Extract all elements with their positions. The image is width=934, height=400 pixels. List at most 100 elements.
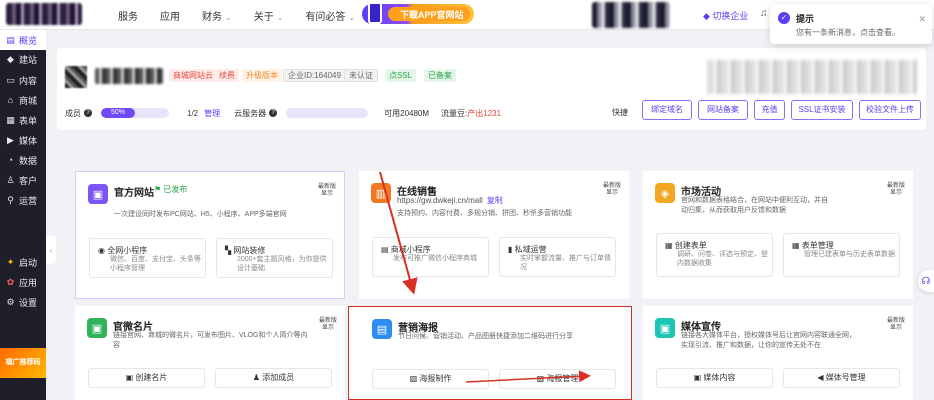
site-avatar bbox=[65, 66, 87, 88]
cert-status[interactable]: 未认证 bbox=[344, 69, 378, 82]
media-content-button[interactable]: ▣ 媒体内容 bbox=[656, 368, 773, 388]
sidebar-item-label: 启动 bbox=[19, 257, 38, 268]
launch-icon: ✦ bbox=[6, 256, 15, 267]
members-count: 1/2 bbox=[187, 108, 199, 118]
card-description: 官网和数据表格结合，在网站中便利互动，并自动归集，从而获取用户反馈和数据 bbox=[681, 197, 828, 214]
marketing-card[interactable]: ◈ 市场活动 最新版 显示 官网和数据表格结合，在网站中便利互动，并自动归集，从而… bbox=[643, 171, 913, 299]
media-account-button[interactable]: ◀ 媒体号管理 bbox=[783, 368, 900, 388]
nav-apps[interactable]: 应用 bbox=[160, 8, 180, 23]
copy-link[interactable]: 复制 bbox=[487, 196, 503, 205]
brand-logo[interactable] bbox=[6, 3, 82, 25]
sub-description: 管理已建表单与历史表单数据 bbox=[804, 251, 895, 258]
bind-domain-button[interactable]: 绑定域名 bbox=[642, 100, 692, 120]
members-label: 成员 bbox=[65, 108, 81, 118]
online-sales-card[interactable]: ▥ 在线销售 最新版 显示 https://gw.dwkeji.cn/mall 复制… bbox=[359, 171, 629, 299]
sidebar-item-form[interactable]: ▦ 表单 bbox=[0, 110, 46, 130]
close-icon[interactable]: ✕ bbox=[918, 14, 926, 25]
corner-badge: 最新版 显示 bbox=[602, 183, 621, 196]
corner-badge: 最新版 显示 bbox=[886, 318, 905, 331]
status-text: 已发布 bbox=[163, 185, 188, 194]
content-icon: ▭ bbox=[6, 74, 15, 85]
card-description: 链接各大媒体平台，授权媒体号后让官网内容联通全网，实现引流、推广和数据，让你的宣… bbox=[681, 332, 856, 349]
help-icon[interactable]: ? bbox=[84, 109, 92, 117]
nav-faq[interactable]: 有问必答 ⌄ bbox=[305, 8, 355, 23]
manage-members-link[interactable]: 管理 bbox=[204, 108, 220, 119]
media-content-icon: ▣ bbox=[693, 373, 704, 382]
sidebar-item-content[interactable]: ▭ 内容 bbox=[0, 70, 46, 90]
nav-about[interactable]: 关于 ⌄ bbox=[254, 8, 284, 23]
media-card[interactable]: ▣ 媒体宣传 最新版 显示 链接各大媒体平台，授权媒体号后让官网内容联通全网，实现… bbox=[643, 306, 913, 400]
poster-card[interactable]: ▤ 营销海报 节日问候、营销活动、产品图册快捷添加二维码进行分享 ▧ 海报制作 … bbox=[348, 306, 632, 400]
corner-badge: 最新版 显示 bbox=[317, 184, 336, 197]
mall-mini-program-entry[interactable]: ▤ 商城小程序 发布可推广微信小程序商城 bbox=[372, 237, 489, 277]
site-filing-button[interactable]: 网站备案 bbox=[698, 100, 748, 120]
business-card-icon: ▣ bbox=[87, 318, 107, 338]
button-label: 添加成员 bbox=[262, 373, 295, 382]
sub-title-text: 商城小程序 bbox=[390, 245, 431, 254]
form-manage-entry[interactable]: ▦ 表单管理 管理已建表单与历史表单数据 bbox=[783, 233, 900, 277]
chevron-down-icon: ⌄ bbox=[225, 12, 232, 22]
sidebar-item-overview[interactable]: ▤ 概览 bbox=[0, 30, 46, 50]
download-app-banner[interactable]: 下载APP官网站 bbox=[362, 2, 474, 24]
sidebar-item-launch[interactable]: ✦ 启动 bbox=[0, 252, 46, 272]
headset-icon[interactable]: ☊ bbox=[918, 270, 934, 292]
wechat-card-card[interactable]: ▣ 官微名片 最新版 显示 链接官网、商城的微名片，可发布图片、VLOG和个人简介… bbox=[75, 306, 345, 400]
mini-program-entry[interactable]: ◉ 全网小程序 微信、百度、支付宝、头条等小程序管理 bbox=[89, 238, 206, 278]
verify-file-upload-button[interactable]: 校验文件上传 bbox=[859, 100, 921, 120]
storage-available: 可用20480M bbox=[384, 108, 430, 118]
sidebar-item-shop[interactable]: ⌂ 商城 bbox=[0, 90, 46, 110]
storage-progress bbox=[286, 108, 369, 118]
nav-label: 财务 bbox=[202, 11, 222, 23]
form-add-icon: ▦ bbox=[665, 241, 675, 250]
upgrade-link[interactable]: 升级版本 bbox=[242, 69, 282, 82]
cloud-server-label: 云服务器 bbox=[234, 108, 267, 118]
renew-link[interactable]: 续费 bbox=[215, 69, 239, 82]
traffic-value: 产出1231 bbox=[467, 108, 502, 118]
private-domain-entry[interactable]: ▮ 私域运营 实时掌握流量、推广与订单情况 bbox=[499, 237, 616, 277]
megaphone-icon: ◀ bbox=[817, 373, 826, 382]
sidebar-item-label: 数据 bbox=[19, 155, 38, 166]
ssl-install-button[interactable]: SSL证书安装 bbox=[791, 100, 853, 120]
bell-icon[interactable]: ♫ bbox=[760, 8, 768, 19]
user-avatar[interactable] bbox=[592, 2, 670, 28]
publish-status: ⚑ 已发布 bbox=[154, 185, 188, 194]
sidebar-item-settings[interactable]: ⚙ 设置 bbox=[0, 292, 46, 312]
sidebar-item-label: 表单 bbox=[19, 115, 38, 126]
help-icon[interactable]: ? bbox=[269, 109, 278, 117]
banner-text: 福广推荐码 bbox=[5, 359, 41, 367]
nav-finance[interactable]: 财务 ⌄ bbox=[202, 8, 232, 23]
button-label: 海报管理 bbox=[546, 374, 579, 383]
sidebar-item-operate[interactable]: ⚲ 运营 bbox=[0, 190, 46, 210]
add-member-button[interactable]: ♟ 添加成员 bbox=[215, 368, 332, 388]
collapse-sidebar-button[interactable]: ‹ bbox=[46, 236, 56, 264]
card-description: 链接官网、商城的微名片，可发布图片、VLOG和个人简介等内容 bbox=[113, 332, 308, 349]
manage-poster-button[interactable]: ▨ 海报管理 bbox=[499, 369, 616, 389]
sidebar-item-media[interactable]: ▶ 媒体 bbox=[0, 130, 46, 150]
site-decoration-entry[interactable]: ▚ 网站装修 2000+套主题风格，为你提供设计基础 bbox=[216, 238, 333, 278]
nav-service[interactable]: 服务 bbox=[118, 8, 138, 23]
create-card-button[interactable]: ▣ 创建名片 bbox=[88, 368, 205, 388]
recharge-button[interactable]: 充值 bbox=[754, 100, 785, 120]
sidebar-item-build[interactable]: ◆ 建站 bbox=[0, 49, 46, 69]
poster-make-icon: ▧ bbox=[409, 374, 420, 383]
make-poster-button[interactable]: ▧ 海报制作 bbox=[372, 369, 489, 389]
sidebar-item-data[interactable]: ◔ 数据 bbox=[0, 150, 46, 170]
switch-enterprise-link[interactable]: ◆ 切换企业 bbox=[703, 9, 748, 22]
top-nav: 服务 应用 财务 ⌄ 关于 ⌄ 有问必答 ⌄ bbox=[118, 0, 377, 30]
sidebar-promo-banner[interactable]: 福广推荐码 bbox=[0, 348, 46, 378]
ssl-tag[interactable]: 点SSL bbox=[385, 69, 417, 82]
create-form-entry[interactable]: ▦ 创建表单 调研、问卷、评选与预定、登内数据收集 bbox=[656, 233, 773, 277]
site-details bbox=[707, 60, 917, 94]
user-add-icon: ♟ bbox=[252, 373, 263, 382]
progress-text: 50% bbox=[110, 109, 125, 116]
sub-title-text: 表单管理 bbox=[801, 241, 834, 250]
progress-fill: 50% bbox=[101, 108, 135, 118]
sidebar-item-apps[interactable]: ✿ 应用 bbox=[0, 272, 46, 292]
sidebar-item-label: 媒体 bbox=[19, 135, 38, 146]
nav-label: 有问必答 bbox=[305, 11, 346, 23]
form-manage-icon: ▦ bbox=[792, 241, 802, 250]
sidebar-item-customer[interactable]: ♙ 客户 bbox=[0, 170, 46, 190]
sub-title-text: 创建表单 bbox=[674, 241, 707, 250]
notification-toast[interactable]: ✓ 提示 您有一条新消息，点击查看。 ✕ bbox=[770, 4, 932, 44]
official-site-card[interactable]: ▣ 官方网站 ⚑ 已发布 最新版 显示 一次建设同时发布PC网站、H5、小程序、A… bbox=[75, 171, 345, 299]
